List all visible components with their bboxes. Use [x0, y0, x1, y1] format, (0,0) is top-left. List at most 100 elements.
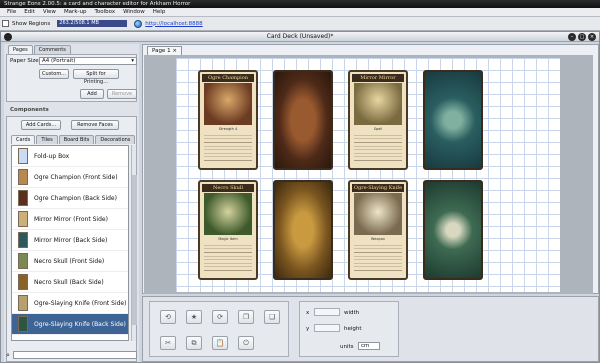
tab-comments[interactable]: Comments [33, 45, 71, 54]
add-cards-button[interactable]: Add Cards... [21, 120, 61, 130]
component-thumbnail [18, 274, 28, 290]
card-ogre-slaying-knife-back[interactable] [423, 180, 483, 280]
page-sheet[interactable]: Ogre Champion Strength 4 Mirror Mirror S… [176, 58, 560, 292]
list-item[interactable]: Ogre-Slaying Knife (Front Side) [12, 293, 128, 314]
component-thumbnail [18, 253, 28, 269]
menu-window[interactable]: Window [119, 9, 149, 15]
close-icon[interactable]: × [172, 48, 177, 54]
maximize-icon[interactable]: □ [578, 33, 586, 41]
minimize-icon[interactable]: – [568, 33, 576, 41]
component-thumbnail [18, 211, 28, 227]
copy-icon[interactable]: ⧉ [186, 336, 202, 350]
list-item[interactable]: Ogre Champion (Front Side) [12, 167, 128, 188]
card-artwork [204, 193, 252, 235]
list-item[interactable]: Ogre Champion (Back Side) [12, 188, 128, 209]
component-list: Fold-up Box Ogre Champion (Front Side) O… [11, 145, 129, 341]
menu-bar: File Edit View Mark-up Toolbox Window He… [0, 8, 600, 17]
window-menu-icon[interactable] [4, 33, 12, 41]
list-item[interactable]: Fold-up Box [12, 146, 128, 167]
list-item[interactable]: Necro Skull (Back Side) [12, 272, 128, 293]
paste-icon[interactable]: 📋 [212, 336, 228, 350]
components-heading: Components [10, 107, 49, 113]
card-ogre-champion-front[interactable]: Ogre Champion Strength 4 [198, 70, 258, 170]
card-mirror-mirror-front[interactable]: Mirror Mirror Spell [348, 70, 408, 170]
component-thumbnail [18, 190, 28, 206]
memory-meter[interactable]: 263.2/508.1 MB [57, 20, 128, 27]
component-thumbnail [18, 169, 28, 185]
x-label: x [306, 310, 310, 316]
paper-size-select[interactable]: A4 (Portrait) ▾ [39, 57, 137, 65]
power-icon[interactable]: ⏻ [238, 336, 254, 350]
rotate-left-icon[interactable]: ⟲ [160, 310, 176, 324]
x-field[interactable] [314, 308, 340, 316]
list-scrollbar[interactable] [131, 145, 137, 341]
app-title: Strange Eons 2.00.5: a card and characte… [4, 1, 191, 7]
list-item[interactable]: Mirror Mirror (Back Side) [12, 230, 128, 251]
card-subtitle: Spell [373, 127, 383, 131]
close-icon[interactable]: × [588, 33, 596, 41]
globe-icon[interactable] [134, 19, 143, 28]
filter-input[interactable] [12, 351, 137, 359]
search-icon: ⌕ [6, 350, 10, 359]
left-panel: Pages Comments Paper Size A4 (Portrait) … [4, 44, 139, 362]
canvas-background[interactable]: Ogre Champion Strength 4 Mirror Mirror S… [144, 55, 593, 294]
card-deck-window: Card Deck (Unsaved)* – □ × Pages Comment… [0, 31, 600, 363]
main-toolbar: Show Regions 263.2/508.1 MB http://local… [0, 17, 600, 31]
ungroup-icon[interactable]: ❏ [264, 310, 280, 324]
card-title: Mirror Mirror [352, 74, 404, 82]
split-for-printing-button[interactable]: Split for Printing... [73, 69, 119, 85]
tab-decorations[interactable]: Decorations [95, 135, 136, 144]
card-title: Ogre Champion [202, 74, 254, 82]
show-regions-checkbox[interactable] [2, 20, 9, 27]
app-title-bar: Strange Eons 2.00.5: a card and characte… [0, 0, 600, 8]
tab-page-1[interactable]: Page 1 × [147, 46, 182, 55]
component-thumbnail [18, 316, 28, 332]
units-select[interactable]: cm [358, 342, 380, 350]
card-ogre-slaying-knife-front[interactable]: Ogre-Slaying Knife Weapon [348, 180, 408, 280]
list-item[interactable]: Mirror Mirror (Front Side) [12, 209, 128, 230]
localhost-link[interactable]: http://localhost:8888 [145, 21, 202, 27]
menu-view[interactable]: View [39, 9, 60, 15]
components-panel: Add Cards... Remove Faces Cards Tiles Bo… [6, 116, 137, 362]
add-page-button[interactable]: Add [80, 89, 104, 99]
card-necro-skull-back[interactable] [273, 180, 333, 280]
custom-button[interactable]: Custom... [39, 69, 69, 79]
tab-tiles[interactable]: Tiles [36, 135, 58, 144]
remove-page-button[interactable]: Remove [107, 89, 137, 99]
tab-pages[interactable]: Pages [8, 45, 33, 54]
tab-board-bits[interactable]: Board Bits [58, 135, 95, 144]
card-mirror-mirror-back[interactable] [423, 70, 483, 170]
arrange-tools: ⟲ ★ ⟳ ❐ ❏ ✂ ⧉ 📋 ⏻ [149, 301, 289, 357]
menu-help[interactable]: Help [149, 9, 170, 15]
group-icon[interactable]: ❐ [238, 310, 254, 324]
rotate-right-icon[interactable]: ⟳ [212, 310, 228, 324]
list-item-label: Ogre-Slaying Knife (Back Side) [34, 320, 126, 328]
menu-markup[interactable]: Mark-up [60, 9, 91, 15]
scrollbar-thumb[interactable] [132, 175, 137, 325]
list-item-label: Mirror Mirror (Back Side) [34, 236, 108, 244]
star-icon[interactable]: ★ [186, 310, 202, 324]
paper-size-label: Paper Size [10, 58, 39, 64]
card-text [354, 132, 402, 164]
card-ogre-champion-back[interactable] [273, 70, 333, 170]
units-value: cm [361, 343, 370, 349]
component-thumbnail [18, 295, 28, 311]
menu-file[interactable]: File [3, 9, 20, 15]
component-thumbnail [18, 232, 28, 248]
card-necro-skull-front[interactable]: Necro Skull Magic Item [198, 180, 258, 280]
deck-canvas-panel: Page 1 × Ogre Champion Strength 4 Mirror… [142, 44, 599, 294]
list-item-selected[interactable]: Ogre-Slaying Knife (Back Side) [12, 314, 128, 335]
page-tab-label: Page 1 [152, 48, 171, 54]
y-field[interactable] [314, 324, 340, 332]
menu-edit[interactable]: Edit [20, 9, 39, 15]
cut-icon[interactable]: ✂ [160, 336, 176, 350]
tab-cards[interactable]: Cards [11, 135, 36, 144]
card-artwork [354, 193, 402, 235]
list-item[interactable]: Necro Skull (Front Side) [12, 251, 128, 272]
card-text [204, 132, 252, 164]
window-title-bar: Card Deck (Unsaved)* – □ × [1, 32, 599, 42]
list-item-label: Necro Skull (Back Side) [34, 278, 104, 286]
remove-faces-button[interactable]: Remove Faces [71, 120, 119, 130]
card-subtitle: Weapon [370, 237, 386, 241]
menu-toolbox[interactable]: Toolbox [90, 9, 119, 15]
